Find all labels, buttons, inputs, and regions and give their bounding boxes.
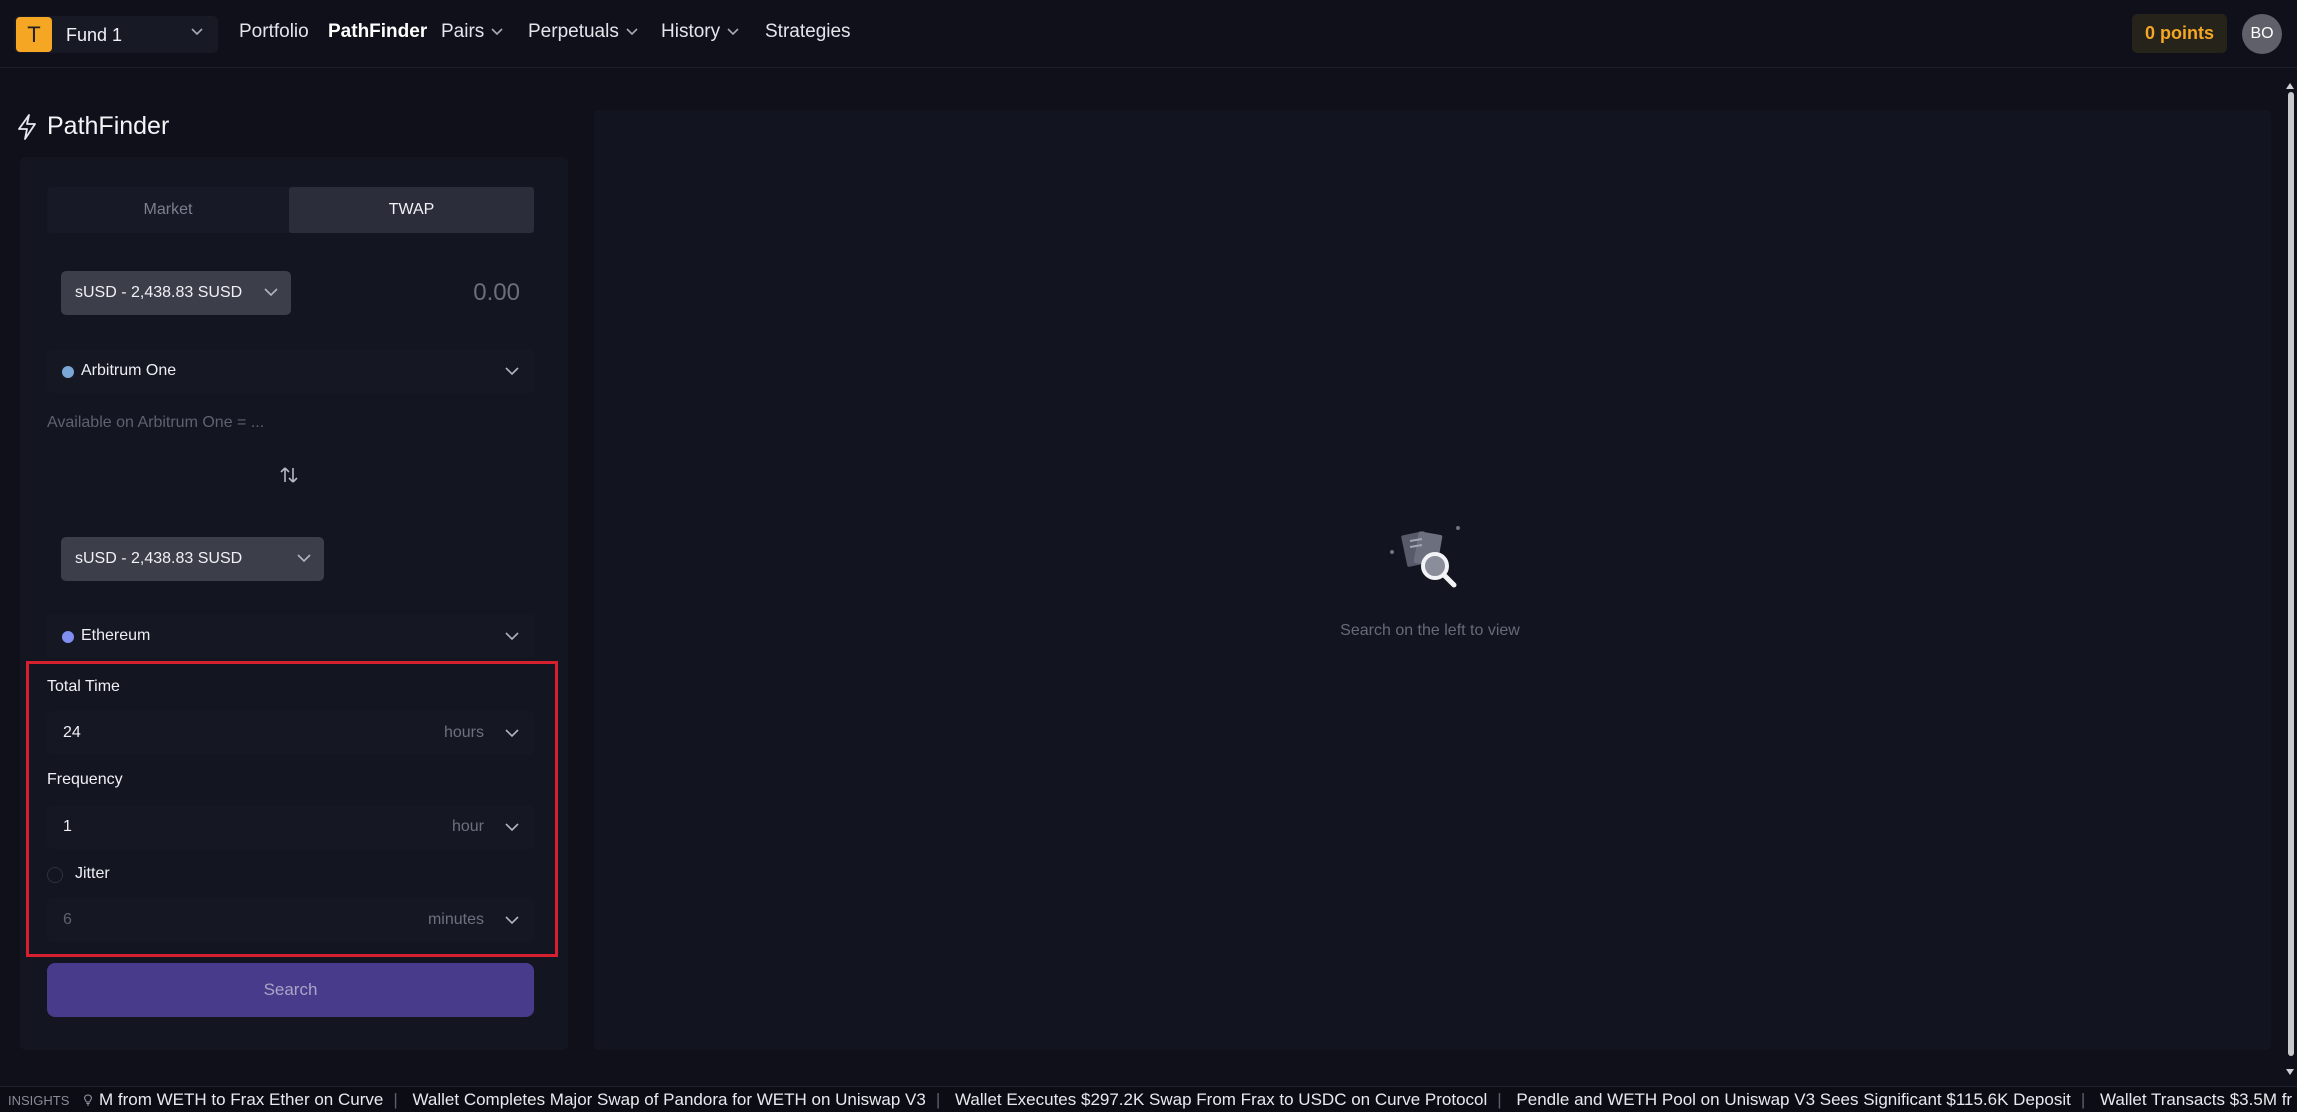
chevron-down-icon: [505, 916, 519, 925]
ethereum-icon: [62, 631, 74, 643]
tab-twap[interactable]: TWAP: [289, 187, 534, 233]
total-time-field[interactable]: 24 hours: [47, 711, 534, 755]
chevron-down-icon: [626, 28, 638, 36]
chevron-down-icon: [505, 367, 519, 376]
page-title: PathFinder: [47, 112, 170, 140]
swap-direction-icon[interactable]: [277, 463, 301, 487]
nav-pairs[interactable]: Pairs: [441, 21, 504, 43]
nav-strategies[interactable]: Strategies: [765, 21, 851, 43]
total-time-label: Total Time: [47, 678, 120, 695]
ticker-separator: |: [2080, 1090, 2086, 1109]
nav-history-label: History: [661, 21, 721, 42]
chevron-down-icon: [505, 632, 519, 641]
search-button[interactable]: Search: [47, 963, 534, 1017]
top-navigation-bar: T Fund 1 Portfolio PathFinder Pairs Perp…: [0, 0, 2297, 68]
fund-logo: T: [16, 17, 52, 52]
chevron-down-icon: [297, 554, 311, 563]
ticker-separator: |: [1497, 1090, 1502, 1109]
scrollbar-thumb[interactable]: [2288, 92, 2294, 1056]
points-badge[interactable]: 0 points: [2132, 14, 2227, 53]
chevron-down-icon: [191, 28, 203, 36]
from-chain-select[interactable]: Arbitrum One: [47, 349, 534, 393]
ticker-separator: |: [393, 1090, 398, 1109]
jitter-unit: minutes: [427, 911, 484, 928]
nav-perpetuals-label: Perpetuals: [528, 21, 619, 42]
ticker-separator: |: [935, 1090, 941, 1109]
scroll-up-arrow-icon[interactable]: [2285, 82, 2295, 90]
order-form-panel: Market TWAP sUSD - 2,438.83 SUSD 0.00 Ar…: [20, 157, 568, 1050]
nav-pathfinder[interactable]: PathFinder: [328, 21, 427, 43]
total-time-value: 24: [63, 724, 81, 741]
to-token-select[interactable]: sUSD - 2,438.83 SUSD: [61, 537, 324, 581]
insights-label: INSIGHTS: [8, 1093, 70, 1108]
nav-history[interactable]: History: [661, 21, 740, 43]
fund-selector[interactable]: T Fund 1: [14, 16, 218, 53]
chevron-down-icon: [505, 823, 519, 832]
order-type-tabs: Market TWAP: [47, 187, 534, 233]
frequency-value: 1: [63, 818, 72, 835]
jitter-checkbox[interactable]: [47, 867, 63, 883]
ticker-item[interactable]: M from WETH to Frax Ether on Curve: [99, 1090, 393, 1109]
nav-portfolio-label: Portfolio: [239, 21, 309, 42]
jitter-field[interactable]: 6 minutes: [47, 898, 534, 942]
frequency-field[interactable]: 1 hour: [47, 805, 534, 849]
avatar[interactable]: BO: [2242, 14, 2282, 54]
nav-pairs-label: Pairs: [441, 21, 485, 42]
ticker-text: M from WETH to Frax Ether on Curve | Wall…: [99, 1090, 2297, 1110]
amount-input[interactable]: 0.00: [473, 279, 520, 307]
fund-label: Fund 1: [66, 25, 123, 45]
frequency-label: Frequency: [47, 771, 123, 788]
chevron-down-icon: [491, 28, 503, 36]
available-balance-text: Available on Arbitrum One = ...: [47, 414, 265, 431]
nav-perpetuals[interactable]: Perpetuals: [528, 21, 639, 43]
nav-portfolio[interactable]: Portfolio: [239, 21, 309, 43]
from-token-label: sUSD - 2,438.83 SUSD: [75, 284, 243, 301]
document-search-icon: [1390, 526, 1460, 588]
chevron-down-icon: [727, 28, 739, 36]
frequency-unit: hour: [451, 818, 484, 835]
jitter-value: 6: [63, 911, 72, 928]
nav-strategies-label: Strategies: [765, 21, 851, 42]
from-token-select[interactable]: sUSD - 2,438.83 SUSD: [61, 271, 291, 315]
ticker-item[interactable]: Wallet Transacts $3.5M fr: [2100, 1090, 2297, 1109]
jitter-label: Jitter: [75, 865, 110, 882]
ticker-item[interactable]: Wallet Completes Major Swap of Pandora f…: [413, 1090, 936, 1109]
arbitrum-icon: [62, 366, 74, 378]
lightbulb-icon: [84, 1094, 92, 1106]
bolt-icon: [18, 114, 36, 140]
to-chain-label: Ethereum: [81, 627, 151, 644]
tab-market[interactable]: Market: [47, 187, 289, 233]
chevron-down-icon: [264, 288, 278, 297]
total-time-unit: hours: [443, 724, 484, 741]
scroll-down-arrow-icon[interactable]: [2285, 1068, 2295, 1076]
empty-results-text: Search on the left to view: [1340, 622, 1520, 639]
chevron-down-icon: [505, 729, 519, 738]
insights-ticker: INSIGHTS M from WETH to Frax Ether on Cu…: [0, 1086, 2297, 1112]
ticker-item[interactable]: Wallet Executes $297.2K Swap From Frax t…: [955, 1090, 1497, 1109]
to-chain-select[interactable]: Ethereum: [47, 614, 534, 658]
to-token-label: sUSD - 2,438.83 SUSD: [75, 550, 243, 567]
from-chain-label: Arbitrum One: [81, 362, 177, 379]
ticker-item[interactable]: Pendle and WETH Pool on Uniswap V3 Sees …: [1516, 1090, 2080, 1109]
nav-pathfinder-label: PathFinder: [328, 21, 428, 42]
